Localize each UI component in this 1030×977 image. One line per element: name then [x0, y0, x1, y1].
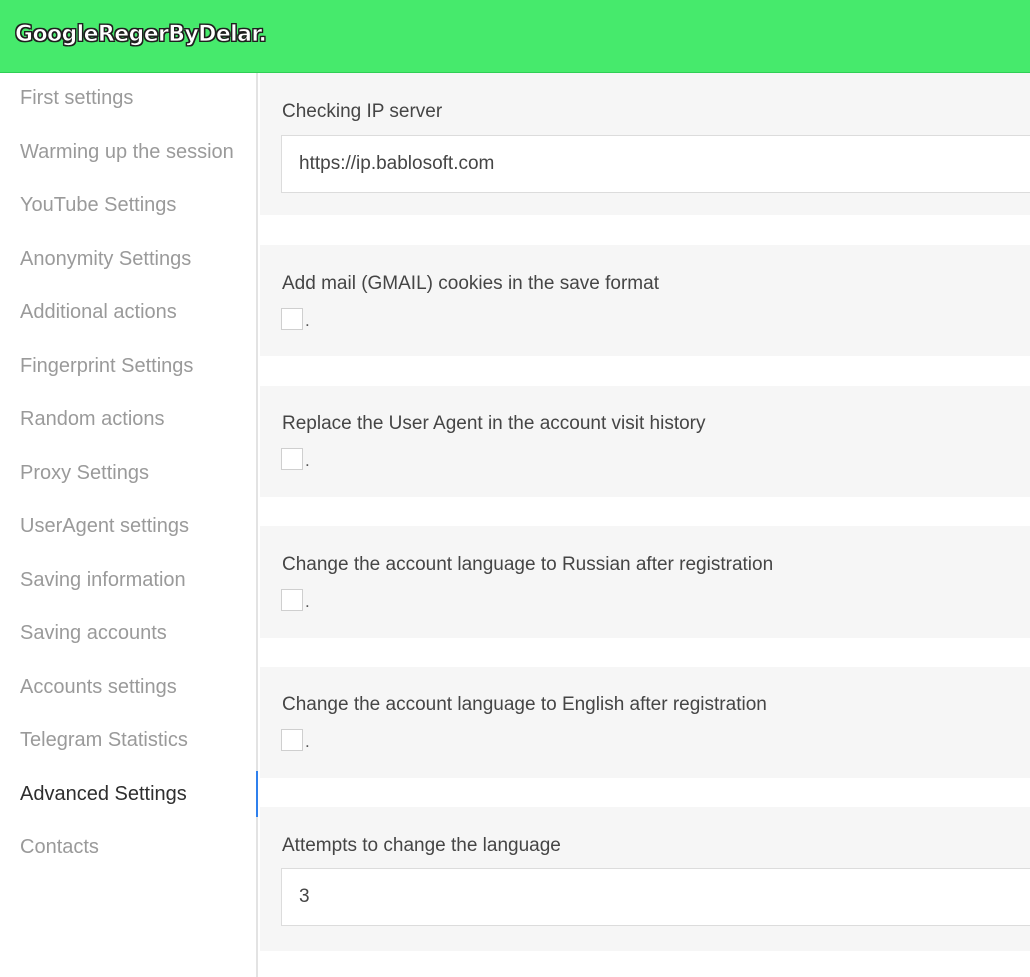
sidebar-item-random-actions[interactable]: Random actions	[0, 396, 258, 442]
sidebar-item-additional-actions[interactable]: Additional actions	[0, 289, 258, 335]
lang-russian-checkbox[interactable]	[281, 589, 303, 611]
lang-attempts-panel: Attempts to change the language 3	[260, 807, 1030, 951]
sidebar-item-anonymity-settings[interactable]: Anonymity Settings	[0, 236, 258, 282]
sidebar-item-telegram-statistics[interactable]: Telegram Statistics	[0, 717, 258, 763]
replace-user-agent-checkbox[interactable]	[281, 448, 303, 470]
lang-attempts-label: Attempts to change the language	[282, 835, 561, 856]
settings-content: Checking IP server https://ip.bablosoft.…	[260, 73, 1030, 977]
gmail-cookies-label: Add mail (GMAIL) cookies in the save for…	[282, 273, 659, 294]
gmail-cookies-suffix: .	[305, 311, 310, 330]
gmail-cookies-checkbox[interactable]	[281, 308, 303, 330]
checking-ip-label: Checking IP server	[282, 101, 443, 122]
sidebar-item-proxy-settings[interactable]: Proxy Settings	[0, 450, 258, 496]
lang-english-checkbox[interactable]	[281, 729, 303, 751]
lang-russian-panel: Change the account language to Russian a…	[260, 526, 1030, 638]
sidebar-item-warming-up-session[interactable]: Warming up the session	[0, 129, 258, 175]
sidebar-item-contacts[interactable]: Contacts	[0, 824, 258, 870]
app-header: GoogleRegerByDelar.	[0, 0, 1030, 73]
lang-english-label: Change the account language to English a…	[282, 694, 767, 715]
gmail-cookies-panel: Add mail (GMAIL) cookies in the save for…	[260, 245, 1030, 356]
replace-user-agent-suffix: .	[305, 451, 310, 470]
lang-attempts-input[interactable]: 3	[281, 868, 1030, 926]
sidebar-item-fingerprint-settings[interactable]: Fingerprint Settings	[0, 343, 258, 389]
lang-english-panel: Change the account language to English a…	[260, 667, 1030, 778]
sidebar-item-saving-information[interactable]: Saving information	[0, 557, 258, 603]
lang-russian-label: Change the account language to Russian a…	[282, 554, 774, 575]
sidebar-nav: First settings Warming up the session Yo…	[0, 73, 258, 977]
sidebar-item-youtube-settings[interactable]: YouTube Settings	[0, 182, 258, 228]
sidebar-item-saving-accounts[interactable]: Saving accounts	[0, 610, 258, 656]
sidebar-item-first-settings[interactable]: First settings	[0, 75, 258, 121]
sidebar-item-accounts-settings[interactable]: Accounts settings	[0, 664, 258, 710]
app-title: GoogleRegerByDelar.	[15, 22, 268, 48]
replace-user-agent-panel: Replace the User Agent in the account vi…	[260, 386, 1030, 497]
lang-english-suffix: .	[305, 732, 310, 751]
lang-russian-suffix: .	[305, 592, 310, 611]
replace-user-agent-label: Replace the User Agent in the account vi…	[282, 413, 706, 434]
sidebar-item-advanced-settings[interactable]: Advanced Settings	[0, 771, 258, 817]
sidebar-item-useragent-settings[interactable]: UserAgent settings	[0, 503, 258, 549]
checking-ip-panel: Checking IP server https://ip.bablosoft.…	[260, 73, 1030, 215]
checking-ip-input[interactable]: https://ip.bablosoft.com	[281, 135, 1030, 193]
